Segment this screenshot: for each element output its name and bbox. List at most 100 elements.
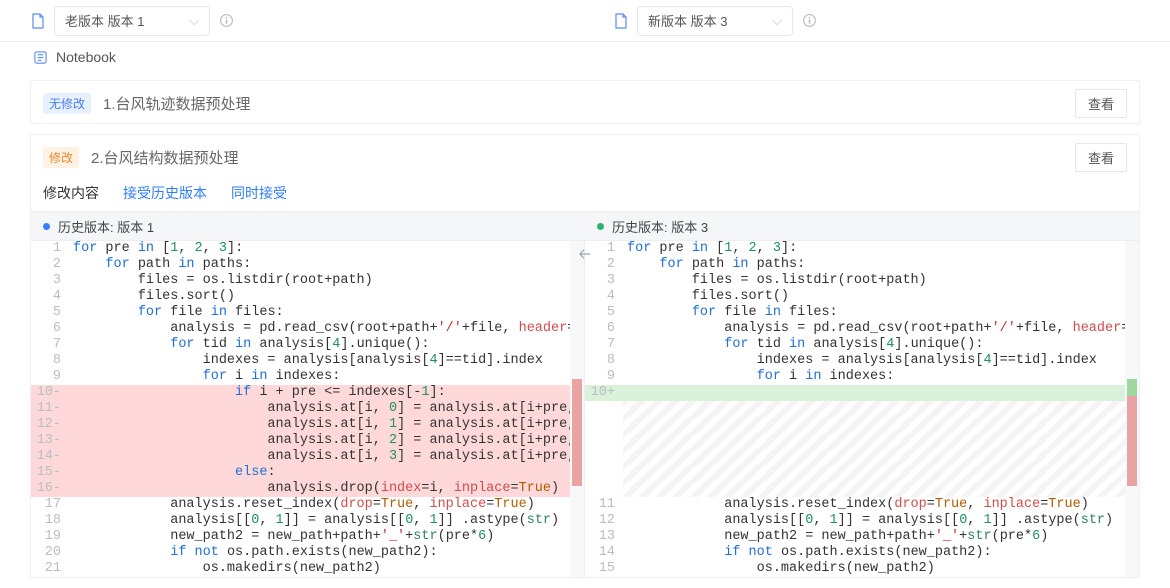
code-line[interactable]: 9 for i in indexes:: [585, 369, 1139, 385]
diff-tabs: 修改内容 接受历史版本 同时接受: [31, 179, 1139, 211]
code-text: new_path2 = new_path+path+'_'+str(pre*6): [623, 529, 1139, 545]
code-text: indexes = analysis[analysis[4]==tid].ind…: [69, 353, 584, 369]
diff-panes: 1for pre in [1, 2, 3]:2 for path in path…: [31, 241, 1139, 577]
code-line[interactable]: 3 files = os.listdir(root+path): [31, 273, 584, 289]
code-line[interactable]: 20 if not os.path.exists(new_path2):: [31, 545, 584, 561]
code-line-placeholder[interactable]: [585, 401, 1139, 417]
code-text: analysis.at[i, 0] = analysis.at[i+pre, 0…: [69, 401, 585, 417]
tab-accept-both[interactable]: 同时接受: [231, 183, 287, 203]
code-text: [623, 401, 1139, 417]
code-line-deleted[interactable]: 16- analysis.drop(index=i, inplace=True): [31, 481, 584, 497]
line-number: [585, 481, 623, 497]
line-number: 6: [31, 321, 69, 337]
code-line-placeholder[interactable]: [585, 417, 1139, 433]
code-text: analysis.reset_index(drop=True, inplace=…: [623, 497, 1139, 513]
code-line-deleted[interactable]: 11- analysis.at[i, 0] = analysis.at[i+pr…: [31, 401, 584, 417]
line-number: 9: [585, 369, 623, 385]
code-text: analysis.drop(index=i, inplace=True): [69, 481, 584, 497]
section-1-title: 1.台风轨迹数据预处理: [103, 93, 251, 114]
line-number: 18: [31, 513, 69, 529]
section-2: 修改 2.台风结构数据预处理 查看 修改内容 接受历史版本 同时接受 历史版本:…: [30, 134, 1140, 578]
tab-accept-history[interactable]: 接受历史版本: [123, 183, 207, 203]
code-text: analysis.reset_index(drop=True, inplace=…: [69, 497, 584, 513]
code-line-placeholder[interactable]: [585, 465, 1139, 481]
code-text: for tid in analysis[4].unique():: [69, 337, 584, 353]
view-button[interactable]: 查看: [1075, 89, 1127, 118]
code-line-deleted[interactable]: 13- analysis.at[i, 2] = analysis.at[i+pr…: [31, 433, 584, 449]
code-line[interactable]: 18 analysis[[0, 1]] = analysis[[0, 1]] .…: [31, 513, 584, 529]
new-version-select[interactable]: 新版本 版本 3 ⌵: [637, 6, 793, 36]
code-line-deleted[interactable]: 12- analysis.at[i, 1] = analysis.at[i+pr…: [31, 417, 584, 433]
line-number: 16-: [31, 481, 69, 497]
code-line[interactable]: 2 for path in paths:: [585, 257, 1139, 273]
code-line-placeholder[interactable]: [585, 449, 1139, 465]
code-line[interactable]: 6 analysis = pd.read_csv(root+path+'/'+f…: [585, 321, 1139, 337]
code-text: for path in paths:: [623, 257, 1139, 273]
code-line[interactable]: 4 files.sort(): [585, 289, 1139, 305]
code-line-placeholder[interactable]: [585, 481, 1139, 497]
line-number: 1: [31, 241, 69, 257]
code-text: for pre in [1, 2, 3]:: [69, 241, 584, 257]
code-line[interactable]: 12 analysis[[0, 1]] = analysis[[0, 1]] .…: [585, 513, 1139, 529]
code-line[interactable]: 15 os.makedirs(new_path2): [585, 561, 1139, 577]
code-line[interactable]: 4 files.sort(): [31, 289, 584, 305]
code-line[interactable]: 2 for path in paths:: [31, 257, 584, 273]
code-line-added[interactable]: 10+: [585, 385, 1139, 401]
left-version-label: 历史版本: 版本 1: [58, 217, 154, 236]
code-text: for tid in analysis[4].unique():: [623, 337, 1139, 353]
code-line[interactable]: 7 for tid in analysis[4].unique():: [585, 337, 1139, 353]
line-number: 14-: [31, 449, 69, 465]
code-line[interactable]: 11 analysis.reset_index(drop=True, inpla…: [585, 497, 1139, 513]
line-number: 2: [585, 257, 623, 273]
view-button[interactable]: 查看: [1075, 143, 1127, 172]
code-line[interactable]: 14 if not os.path.exists(new_path2):: [585, 545, 1139, 561]
info-icon[interactable]: [801, 13, 817, 29]
code-line[interactable]: 17 analysis.reset_index(drop=True, inpla…: [31, 497, 584, 513]
code-line[interactable]: 8 indexes = analysis[analysis[4]==tid].i…: [31, 353, 584, 369]
document-icon: [613, 13, 629, 29]
code-text: for file in files:: [69, 305, 584, 321]
line-number: 6: [585, 321, 623, 337]
minimap-right[interactable]: [1125, 241, 1139, 577]
code-line[interactable]: 6 analysis = pd.read_csv(root+path+'/'+f…: [31, 321, 584, 337]
line-number: 8: [31, 353, 69, 369]
unchanged-badge: 无修改: [43, 93, 91, 114]
line-number: 13: [585, 529, 623, 545]
code-line[interactable]: 5 for file in files:: [585, 305, 1139, 321]
section-1: 无修改 1.台风轨迹数据预处理 查看: [30, 80, 1140, 124]
line-number: 5: [31, 305, 69, 321]
code-text: [623, 481, 1139, 497]
code-line[interactable]: 19 new_path2 = new_path+path+'_'+str(pre…: [31, 529, 584, 545]
old-version-select[interactable]: 老版本 版本 1 ⌵: [54, 6, 210, 36]
right-code-pane[interactable]: 1for pre in [1, 2, 3]:2 for path in path…: [585, 241, 1139, 577]
code-line-deleted[interactable]: 15- else:: [31, 465, 584, 481]
code-line[interactable]: 9 for i in indexes:: [31, 369, 584, 385]
line-number: 10+: [585, 385, 623, 401]
old-version-slot: 老版本 版本 1 ⌵: [0, 6, 585, 36]
line-number: 2: [31, 257, 69, 273]
code-line[interactable]: 21 os.makedirs(new_path2): [31, 561, 584, 577]
code-text: [623, 417, 1139, 433]
notebook-label: Notebook: [56, 49, 116, 65]
code-line[interactable]: 3 files = os.listdir(root+path): [585, 273, 1139, 289]
code-line[interactable]: 1for pre in [1, 2, 3]:: [585, 241, 1139, 257]
left-version-label-row: 历史版本: 版本 1: [31, 217, 585, 236]
tab-modified[interactable]: 修改内容: [43, 183, 99, 203]
code-text: analysis.at[i, 2] = analysis.at[i+pre, 2…: [69, 433, 585, 449]
line-number: 21: [31, 561, 69, 577]
code-line[interactable]: 8 indexes = analysis[analysis[4]==tid].i…: [585, 353, 1139, 369]
section-2-title: 2.台风结构数据预处理: [91, 147, 239, 168]
code-line[interactable]: 5 for file in files:: [31, 305, 584, 321]
line-number: 7: [585, 337, 623, 353]
minimap-left[interactable]: [570, 241, 584, 577]
code-line-placeholder[interactable]: [585, 433, 1139, 449]
code-line-deleted[interactable]: 10- if i + pre <= indexes[-1]:: [31, 385, 584, 401]
code-line-deleted[interactable]: 14- analysis.at[i, 3] = analysis.at[i+pr…: [31, 449, 584, 465]
left-code-pane[interactable]: 1for pre in [1, 2, 3]:2 for path in path…: [31, 241, 585, 577]
code-line[interactable]: 7 for tid in analysis[4].unique():: [31, 337, 584, 353]
right-version-label-row: 历史版本: 版本 3: [585, 217, 1139, 236]
info-icon[interactable]: [218, 13, 234, 29]
code-line[interactable]: 1for pre in [1, 2, 3]:: [31, 241, 584, 257]
code-line[interactable]: 13 new_path2 = new_path+path+'_'+str(pre…: [585, 529, 1139, 545]
code-text: analysis.at[i, 1] = analysis.at[i+pre, 1…: [69, 417, 585, 433]
